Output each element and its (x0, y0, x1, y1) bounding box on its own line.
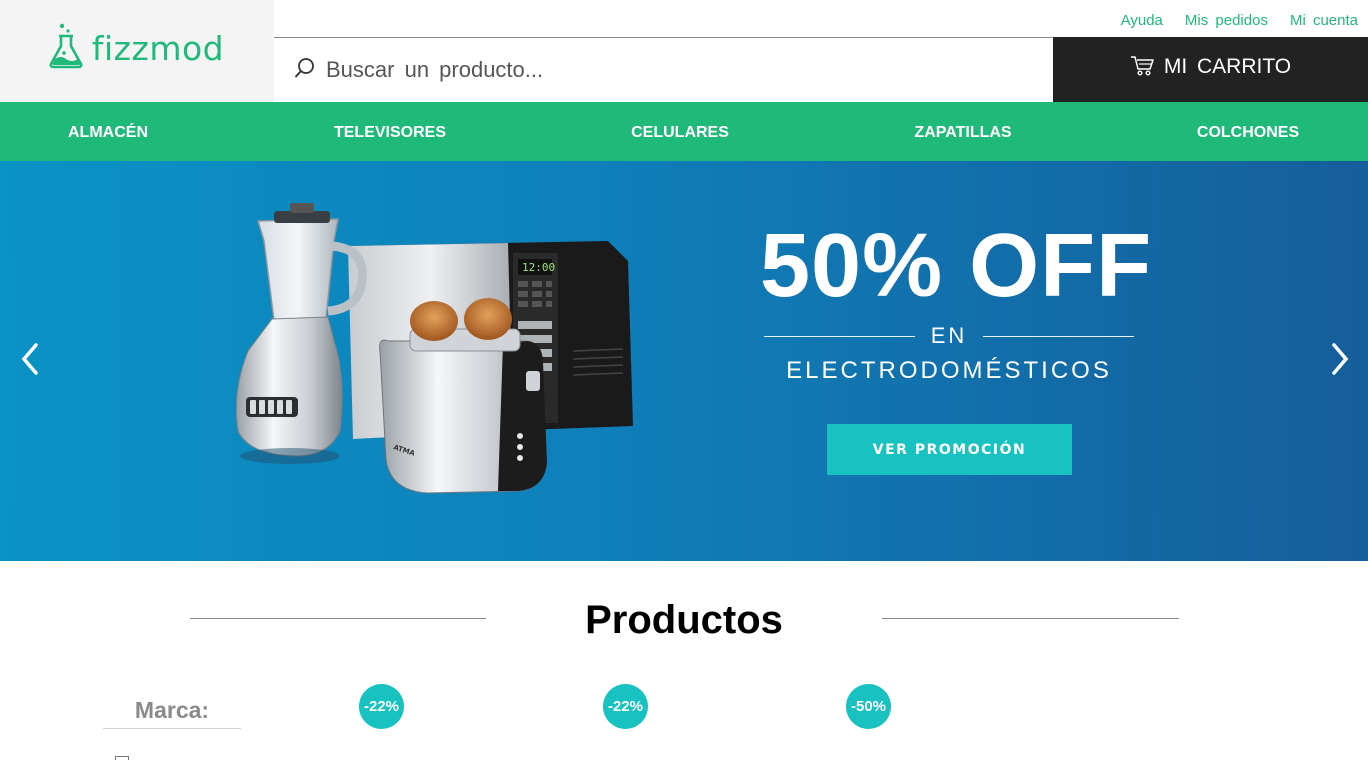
hero-connector-row: EN (764, 323, 1134, 349)
cart-label: MI CARRITO (1163, 55, 1292, 78)
view-promotion-button[interactable]: VER PROMOCIÓN (827, 424, 1072, 475)
hero-headline: 50% OFF (760, 216, 1153, 316)
divider (764, 335, 915, 337)
brand-filter-title: Marca: (134, 697, 210, 723)
discount-badge: -22% (603, 684, 648, 729)
appliances-image: 12:00 ATMA (235, 203, 633, 494)
cart-button[interactable]: MI CARRITO (1053, 37, 1368, 102)
hero-banner: 12:00 ATMA 50% OFF EN ELECTRODOMÉSTICOS … (0, 161, 1368, 561)
category-nav: ALMACÉN TELEVISORES CELULARES ZAPATILLAS… (0, 102, 1368, 161)
cart-icon (1130, 55, 1154, 82)
discount-badge: -50% (846, 684, 891, 729)
hero-connector: EN (930, 323, 968, 348)
brand-filter-checkbox[interactable] (115, 756, 129, 760)
divider (983, 335, 1134, 337)
flask-icon (48, 22, 84, 75)
my-orders-link[interactable]: Mis pedidos (1185, 12, 1268, 29)
nav-item-almacen[interactable]: ALMACÉN (68, 102, 148, 161)
nav-item-televisores[interactable]: TELEVISORES (334, 102, 446, 161)
nav-item-zapatillas[interactable]: ZAPATILLAS (914, 102, 1011, 161)
nav-item-celulares[interactable]: CELULARES (631, 102, 729, 161)
my-account-link[interactable]: Mi cuenta (1290, 12, 1358, 29)
chevron-right-icon[interactable] (1324, 339, 1354, 379)
search-bar (274, 37, 1054, 102)
logo[interactable]: fizzmod (0, 0, 274, 102)
discount-badge: -22% (359, 684, 404, 729)
nav-item-colchones[interactable]: COLCHONES (1197, 102, 1299, 161)
search-icon[interactable] (294, 57, 316, 84)
chevron-left-icon[interactable] (16, 339, 46, 379)
divider (103, 728, 241, 729)
search-input[interactable] (326, 57, 1026, 83)
help-link[interactable]: Ayuda (1121, 12, 1163, 29)
svg-text:12:00: 12:00 (522, 261, 555, 274)
hero-subtitle: ELECTRODOMÉSTICOS (786, 357, 1112, 384)
brand-name: fizzmod (91, 28, 225, 68)
top-links: Ayuda Mis pedidos Mi cuenta (1121, 12, 1358, 29)
section-title: Productos (585, 598, 783, 642)
